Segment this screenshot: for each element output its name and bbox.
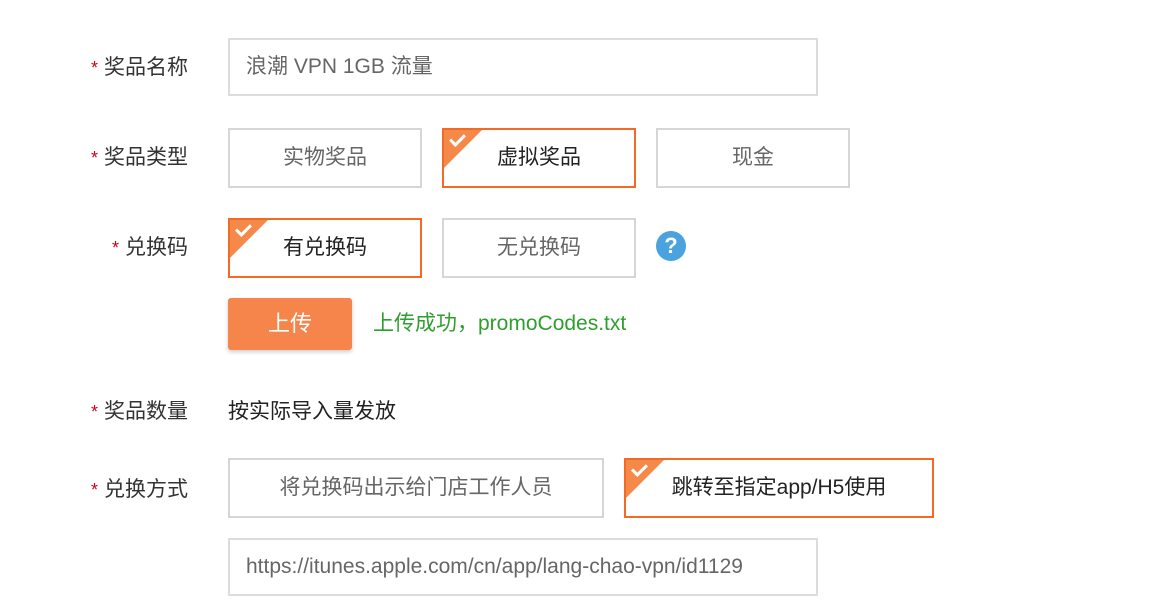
prize-quantity-value: 按实际导入量发放 [228, 400, 396, 423]
required-mark: * [90, 480, 98, 500]
required-mark: * [111, 238, 119, 258]
upload-button[interactable]: 上传 [228, 298, 352, 350]
prize-type-option-virtual[interactable]: 虚拟奖品 [442, 128, 636, 188]
upload-row: 上传 上传成功，promoCodes.txt [0, 298, 1172, 352]
prize-quantity-label: * 奖品数量 [90, 400, 188, 423]
prize-quantity-row: * 奖品数量 按实际导入量发放 [0, 398, 1172, 428]
redeem-method-label: * 兑换方式 [90, 478, 188, 501]
redeem-url-row: https://itunes.apple.com/cn/app/lang-cha… [0, 538, 1172, 598]
required-mark: * [90, 402, 98, 422]
redeem-code-option-no-code[interactable]: 无兑换码 [442, 218, 636, 278]
help-icon[interactable]: ? [656, 231, 686, 261]
required-mark: * [90, 58, 98, 78]
required-mark: * [90, 148, 98, 168]
redeem-code-row: * 兑换码 有兑换码 无兑换码 ? [0, 218, 1172, 278]
prize-type-option-cash[interactable]: 现金 [656, 128, 850, 188]
prize-type-label: * 奖品类型 [90, 146, 188, 169]
prize-name-input[interactable]: 浪潮 VPN 1GB 流量 [228, 38, 818, 96]
redeem-code-label: * 兑换码 [111, 236, 188, 259]
redeem-method-row: * 兑换方式 将兑换码出示给门店工作人员 跳转至指定app/H5使用 [0, 458, 1172, 518]
upload-status-text: 上传成功，promoCodes.txt [373, 312, 627, 335]
prize-name-label: * 奖品名称 [90, 56, 188, 79]
redeem-code-option-has-code[interactable]: 有兑换码 [228, 218, 422, 278]
redeem-method-option-store[interactable]: 将兑换码出示给门店工作人员 [228, 458, 604, 518]
prize-type-row: * 奖品类型 实物奖品 虚拟奖品 现金 [0, 128, 1172, 188]
redeem-url-input[interactable]: https://itunes.apple.com/cn/app/lang-cha… [228, 538, 818, 596]
redeem-method-option-app[interactable]: 跳转至指定app/H5使用 [624, 458, 934, 518]
prize-type-option-physical[interactable]: 实物奖品 [228, 128, 422, 188]
prize-name-row: * 奖品名称 浪潮 VPN 1GB 流量 [0, 38, 1172, 98]
